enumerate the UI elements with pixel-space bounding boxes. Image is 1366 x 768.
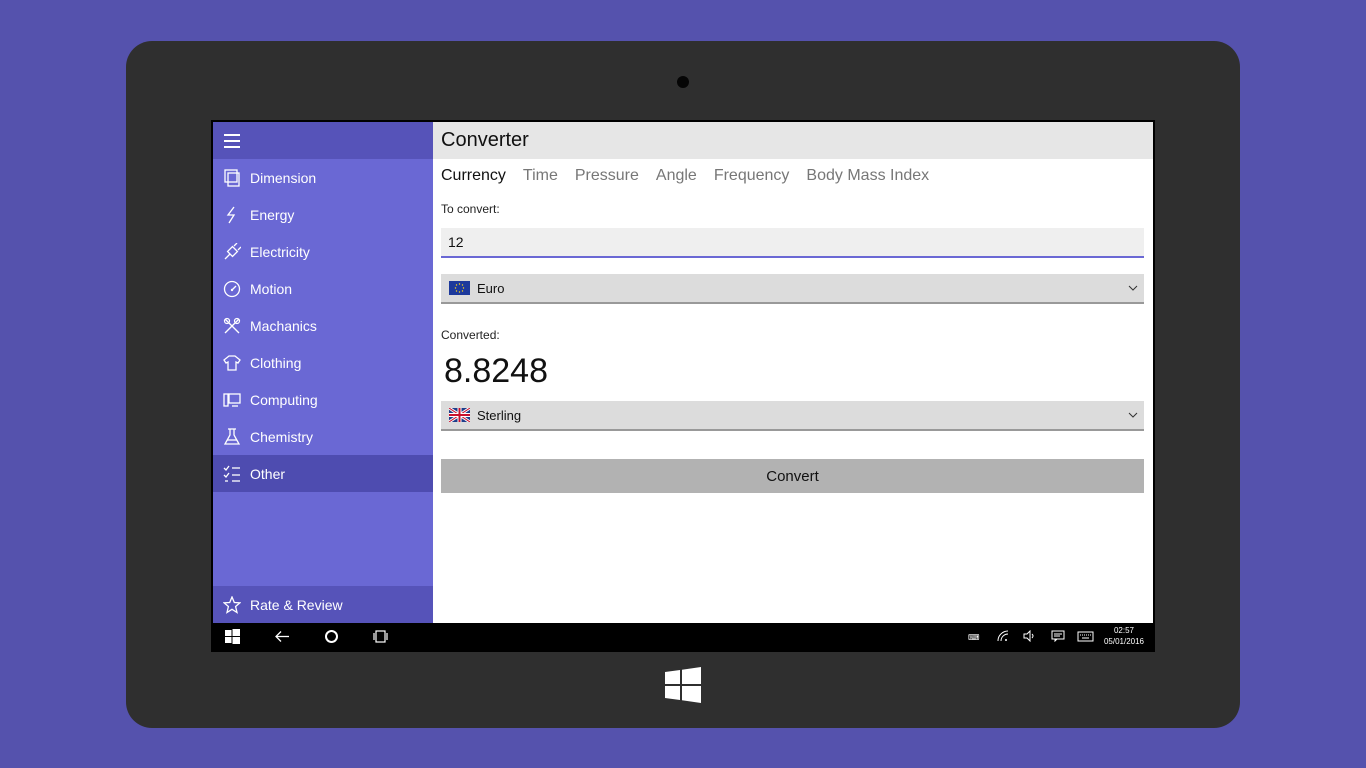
sidebar-item-other[interactable]: Other: [213, 455, 433, 492]
to-currency-select[interactable]: Sterling: [441, 401, 1144, 431]
tab-frequency[interactable]: Frequency: [714, 167, 790, 185]
to-currency-value: Sterling: [477, 407, 522, 423]
from-currency-value: Euro: [477, 280, 505, 296]
to-convert-label: To convert:: [441, 202, 500, 216]
tab-angle[interactable]: Angle: [656, 167, 697, 185]
touch-keyboard-icon[interactable]: [1077, 630, 1094, 642]
speedometer-icon: [213, 280, 250, 298]
category-tabs: Currency Time Pressure Angle Frequency B…: [433, 159, 1153, 193]
taskbar-clock[interactable]: 02:57 05/01/2016: [1104, 625, 1144, 647]
sidebar-item-label: Other: [250, 465, 286, 482]
tab-pressure[interactable]: Pressure: [575, 167, 639, 185]
shirt-icon: [213, 354, 250, 372]
flask-icon: [213, 427, 250, 446]
clock-time: 02:57: [1113, 626, 1134, 635]
start-button-icon[interactable]: [225, 629, 240, 644]
chevron-down-icon: [1128, 412, 1138, 418]
convert-button[interactable]: Convert: [441, 459, 1144, 493]
tab-body-mass-index[interactable]: Body Mass Index: [806, 167, 929, 185]
tablet-screen: Dimension Energy Electricity Motion Mach…: [211, 120, 1155, 652]
taskbar: ⌨ 02:57 05/01/2016: [213, 623, 1153, 650]
star-icon: [213, 595, 250, 614]
converted-result: 8.8248: [444, 352, 548, 390]
sidebar-item-machanics[interactable]: Machanics: [213, 307, 433, 344]
page-title: Converter: [433, 122, 1153, 159]
from-currency-select[interactable]: Euro: [441, 274, 1144, 304]
amount-input[interactable]: [441, 228, 1144, 258]
computer-icon: [213, 391, 250, 409]
back-arrow-icon[interactable]: [275, 629, 290, 644]
rate-review-button[interactable]: Rate & Review: [213, 586, 433, 623]
sidebar-item-label: Computing: [250, 391, 318, 408]
sidebar-item-label: Energy: [250, 206, 295, 223]
sidebar-item-label: Dimension: [250, 169, 317, 186]
sidebar-item-motion[interactable]: Motion: [213, 270, 433, 307]
lightning-icon: [213, 206, 250, 224]
sidebar-item-computing[interactable]: Computing: [213, 381, 433, 418]
hamburger-menu-icon[interactable]: [224, 134, 240, 148]
checklist-icon: [213, 465, 250, 483]
tab-currency[interactable]: Currency: [441, 167, 506, 185]
chevron-down-icon: [1128, 285, 1138, 291]
uk-flag-icon: [449, 408, 470, 422]
sidebar: Dimension Energy Electricity Motion Mach…: [213, 122, 433, 623]
eu-flag-icon: [449, 281, 470, 295]
sidebar-item-clothing[interactable]: Clothing: [213, 344, 433, 381]
sidebar-item-label: Electricity: [250, 243, 310, 260]
camera: [677, 76, 689, 88]
main-panel: Converter Currency Time Pressure Angle F…: [433, 122, 1153, 623]
svg-text:⌨: ⌨: [968, 633, 980, 642]
keyboard-language-icon[interactable]: ⌨: [968, 630, 982, 642]
windows-hardware-button-icon[interactable]: [665, 667, 701, 703]
dimension-icon: [213, 168, 250, 187]
sidebar-item-dimension[interactable]: Dimension: [213, 159, 433, 196]
sidebar-item-chemistry[interactable]: Chemistry: [213, 418, 433, 455]
clock-date: 05/01/2016: [1103, 637, 1144, 646]
sidebar-item-label: Clothing: [250, 354, 302, 371]
action-center-icon[interactable]: [1051, 630, 1065, 642]
sidebar-item-label: Machanics: [250, 317, 317, 334]
tab-time[interactable]: Time: [523, 167, 558, 185]
converted-label: Converted:: [441, 328, 500, 342]
sidebar-item-electricity[interactable]: Electricity: [213, 233, 433, 270]
task-view-icon[interactable]: [373, 629, 388, 644]
search-circle-icon[interactable]: [324, 629, 339, 644]
volume-icon[interactable]: [1023, 630, 1037, 642]
converter-app: Dimension Energy Electricity Motion Mach…: [213, 122, 1153, 623]
sidebar-item-label: Chemistry: [250, 428, 314, 445]
plug-icon: [213, 242, 250, 261]
sidebar-item-energy[interactable]: Energy: [213, 196, 433, 233]
sidebar-item-label: Motion: [250, 280, 293, 297]
tools-icon: [213, 317, 250, 335]
wifi-icon[interactable]: [997, 630, 1011, 642]
rate-review-label: Rate & Review: [250, 596, 343, 613]
sidebar-header: [213, 122, 433, 159]
